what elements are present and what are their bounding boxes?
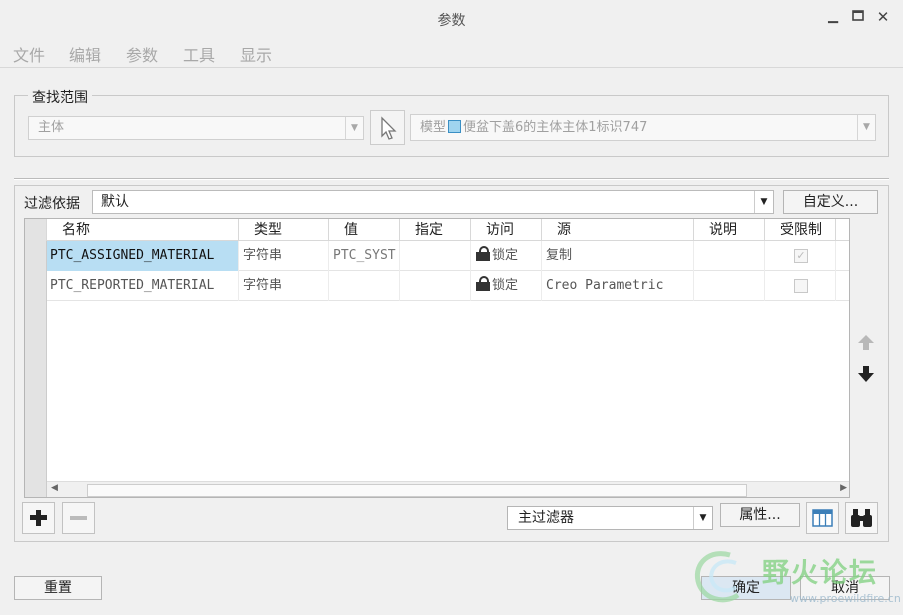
add-parameter-button[interactable] xyxy=(22,502,55,534)
col-type[interactable]: 类型 xyxy=(239,219,329,241)
main-filter-select[interactable]: 主过滤器 ▼ xyxy=(507,506,713,530)
chevron-down-icon: ▼ xyxy=(693,507,712,529)
scope-level-select[interactable]: 主体 ▼ xyxy=(28,116,364,140)
cell-designate[interactable] xyxy=(400,241,471,271)
scroll-left-icon[interactable]: ◀ xyxy=(51,483,58,493)
cell-designate[interactable] xyxy=(400,271,471,301)
remove-parameter-button[interactable] xyxy=(62,502,95,534)
col-name[interactable]: 名称 xyxy=(47,219,239,241)
select-pointer-button[interactable] xyxy=(370,110,405,145)
scroll-right-icon[interactable]: ▶ xyxy=(840,483,847,493)
cell-name[interactable]: PTC_ASSIGNED_MATERIAL xyxy=(47,241,239,271)
table-row[interactable]: PTC_REPORTED_MATERIAL 字符串 锁定 Creo Parame… xyxy=(47,271,849,301)
chevron-down-icon: ▼ xyxy=(754,191,773,213)
arrow-down-icon xyxy=(858,366,874,382)
watermark: 野火论坛 www.proewildfire.cn xyxy=(690,549,901,613)
find-button[interactable] xyxy=(845,502,878,534)
customize-button[interactable]: 自定义... xyxy=(783,190,878,214)
watermark-logo-icon xyxy=(694,551,740,603)
model-prefix: 模型 xyxy=(420,120,447,135)
table-columns-button[interactable] xyxy=(806,502,839,534)
filter-value: 默认 xyxy=(101,194,129,210)
separator xyxy=(14,178,889,180)
chevron-down-icon: ▼ xyxy=(345,117,363,139)
table-row[interactable]: PTC_ASSIGNED_MATERIAL 字符串 PTC_SYST 锁定 复制… xyxy=(47,241,849,271)
plus-icon xyxy=(30,510,47,526)
close-icon[interactable]: ✕ xyxy=(875,9,891,25)
cell-description[interactable] xyxy=(694,241,765,271)
col-designate[interactable]: 指定 xyxy=(400,219,471,241)
menu-file[interactable]: 文件 xyxy=(13,42,45,66)
menu-bar: 文件 编辑 参数 工具 显示 xyxy=(0,36,903,68)
col-value[interactable]: 值 xyxy=(329,219,400,241)
table-header: 名称 类型 值 指定 访问 源 说明 受限制 xyxy=(25,219,849,241)
reset-button[interactable]: 重置 xyxy=(14,576,102,600)
menu-tools[interactable]: 工具 xyxy=(183,42,215,66)
title-bar: 参数 ▁ ✕ xyxy=(0,0,903,36)
scope-model-select[interactable]: 模型 便盆下盖6的主体主体1标识747 ▼ xyxy=(410,114,876,141)
menu-parameters[interactable]: 参数 xyxy=(126,42,158,66)
restricted-checkbox[interactable]: ✓ xyxy=(794,249,808,263)
chevron-down-icon: ▼ xyxy=(857,115,875,140)
lock-icon xyxy=(476,246,490,261)
access-label: 锁定 xyxy=(492,278,519,293)
lock-icon xyxy=(476,276,490,291)
cell-access[interactable]: 锁定 xyxy=(471,241,542,271)
col-access[interactable]: 访问 xyxy=(471,219,542,241)
move-up-button[interactable] xyxy=(856,333,876,353)
restricted-checkbox[interactable] xyxy=(794,279,808,293)
main-filter-value: 主过滤器 xyxy=(518,510,574,526)
minus-icon xyxy=(70,516,87,520)
filter-label: 过滤依据 xyxy=(24,196,80,212)
col-source[interactable]: 源 xyxy=(542,219,694,241)
watermark-url: www.proewildfire.cn xyxy=(790,592,901,605)
corner-header xyxy=(25,219,47,241)
access-label: 锁定 xyxy=(492,248,519,263)
menu-edit[interactable]: 编辑 xyxy=(69,42,101,66)
cell-value[interactable] xyxy=(329,271,400,301)
scope-level-value: 主体 xyxy=(38,120,65,135)
cell-source: 复制 xyxy=(542,241,694,271)
scrollbar-thumb[interactable] xyxy=(87,484,747,497)
move-down-button[interactable] xyxy=(856,364,876,384)
window-title: 参数 xyxy=(437,13,466,29)
arrow-up-icon xyxy=(858,335,874,350)
table-columns-icon xyxy=(812,509,833,527)
binoculars-icon xyxy=(851,509,872,527)
maximize-icon[interactable] xyxy=(850,9,866,25)
cursor-icon xyxy=(381,116,397,140)
watermark-text: 野火论坛 xyxy=(762,558,878,589)
part-cube-icon xyxy=(448,120,462,133)
model-text: 便盆下盖6的主体主体1标识747 xyxy=(463,120,648,135)
cell-source: Creo Parametric xyxy=(542,271,694,301)
cell-restricted: ✓ xyxy=(765,241,836,271)
cell-type[interactable]: 字符串 xyxy=(239,271,329,301)
properties-button[interactable]: 属性... xyxy=(720,503,800,527)
horizontal-scrollbar[interactable]: ◀ ▶ xyxy=(47,481,849,497)
cell-name[interactable]: PTC_REPORTED_MATERIAL xyxy=(47,271,239,301)
col-description[interactable]: 说明 xyxy=(694,219,765,241)
menu-display[interactable]: 显示 xyxy=(240,42,272,66)
cell-description[interactable] xyxy=(694,271,765,301)
scope-legend: 查找范围 xyxy=(28,87,92,107)
cell-restricted xyxy=(765,271,836,301)
col-restricted[interactable]: 受限制 xyxy=(765,219,836,241)
filter-select[interactable]: 默认 ▼ xyxy=(92,190,774,214)
row-header-column xyxy=(25,219,47,497)
minimize-icon[interactable]: ▁ xyxy=(825,9,841,25)
cell-access[interactable]: 锁定 xyxy=(471,271,542,301)
parameters-table: 名称 类型 值 指定 访问 源 说明 受限制 PTC_ASSIGNED_MATE… xyxy=(24,218,850,498)
cell-type[interactable]: 字符串 xyxy=(239,241,329,271)
cell-value[interactable]: PTC_SYST xyxy=(329,241,400,271)
